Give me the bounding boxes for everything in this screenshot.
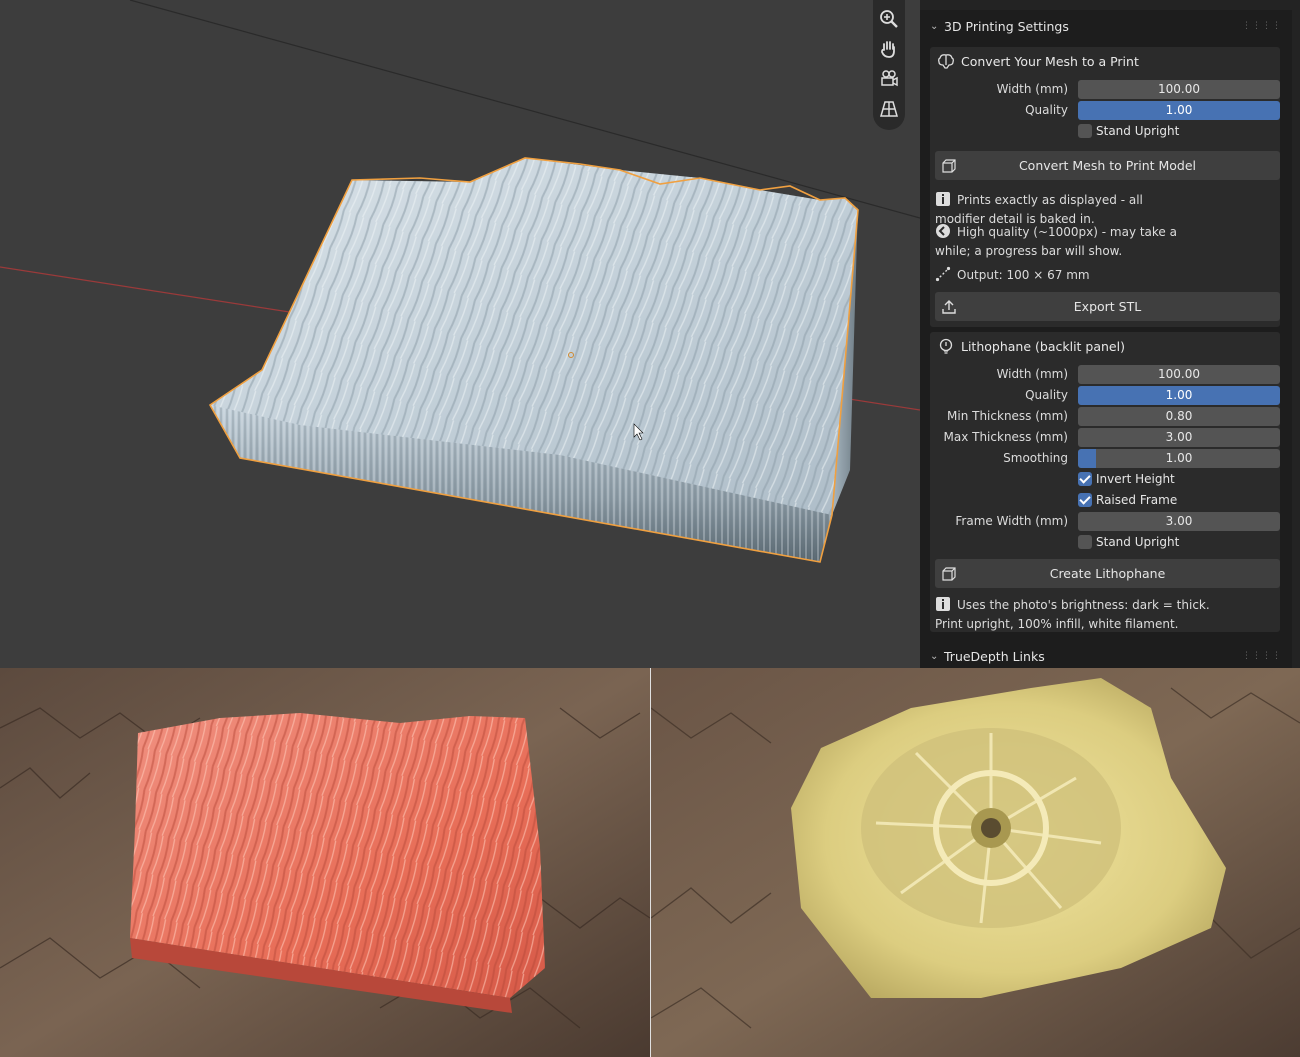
photo-red-print bbox=[0, 668, 650, 1057]
convert-subheader: Convert Your Mesh to a Print bbox=[936, 50, 1139, 72]
litho-width-field[interactable]: 100.00 bbox=[1078, 365, 1280, 384]
litho-width-row: Width (mm) 100.00 bbox=[930, 365, 1280, 384]
brain-icon bbox=[936, 53, 956, 69]
stand-upright-label: Stand Upright bbox=[1096, 124, 1180, 138]
convert-info-2: High quality (~1000px) - may take a whil… bbox=[935, 223, 1177, 258]
convert-stand-upright-checkbox[interactable] bbox=[1078, 124, 1092, 138]
cube-icon bbox=[941, 566, 957, 585]
info-icon bbox=[935, 596, 951, 616]
litho-max-thickness-field[interactable]: 3.00 bbox=[1078, 428, 1280, 447]
convert-quality-row: Quality 1.00 bbox=[930, 101, 1280, 120]
chevron-down-icon: ⌄ bbox=[930, 20, 939, 32]
litho-frame-width-row: Frame Width (mm) 3.00 bbox=[930, 512, 1280, 531]
red-terrain-print-photo bbox=[0, 668, 650, 1057]
invert-height-checkbox[interactable] bbox=[1078, 472, 1092, 486]
litho-min-thickness-row: Min Thickness (mm) 0.80 bbox=[930, 407, 1280, 426]
convert-mesh-button[interactable]: Convert Mesh to Print Model bbox=[935, 151, 1280, 180]
measure-icon bbox=[935, 266, 951, 286]
convert-info-1: Prints exactly as displayed - all modifi… bbox=[935, 191, 1143, 226]
drag-grip-icon[interactable]: ⋮⋮⋮⋮ bbox=[1242, 651, 1282, 661]
lightbulb-icon bbox=[936, 338, 956, 354]
export-icon bbox=[941, 299, 957, 318]
navigation-gizmo bbox=[873, 0, 905, 130]
chevron-down-icon: ⌄ bbox=[930, 650, 939, 662]
lithophane-subheader: Lithophane (backlit panel) bbox=[936, 335, 1125, 357]
litho-invert-height-row: Invert Height bbox=[930, 470, 1280, 489]
panel-header-3d-printing[interactable]: ⌄ 3D Printing Settings ⋮⋮⋮⋮ bbox=[930, 15, 1282, 37]
panel-header-truedepth[interactable]: ⌄ TrueDepth Links ⋮⋮⋮⋮ bbox=[930, 645, 1282, 667]
litho-max-thickness-row: Max Thickness (mm) 3.00 bbox=[930, 428, 1280, 447]
hand-pan-icon[interactable] bbox=[876, 34, 902, 64]
quality-label: Quality bbox=[1025, 103, 1068, 117]
litho-frame-width-field[interactable]: 3.00 bbox=[1078, 512, 1280, 531]
litho-quality-field[interactable]: 1.00 bbox=[1078, 386, 1280, 405]
raised-frame-checkbox[interactable] bbox=[1078, 493, 1092, 507]
smoothing-slider-fill bbox=[1078, 449, 1097, 468]
sidebar-scroll-strip[interactable] bbox=[1292, 0, 1300, 668]
lithophane-info: Uses the photo's brightness: dark = thic… bbox=[935, 596, 1210, 631]
convert-mesh-section: Convert Your Mesh to a Print Width (mm) … bbox=[930, 47, 1280, 327]
convert-quality-field[interactable]: 1.00 bbox=[1078, 101, 1280, 120]
yellow-wheel-print-photo bbox=[651, 668, 1300, 1057]
litho-stand-upright-checkbox[interactable] bbox=[1078, 535, 1092, 549]
convert-stand-upright-row: Stand Upright bbox=[930, 122, 1280, 141]
viewport-scene bbox=[0, 0, 920, 563]
convert-output-info: Output: 100 × 67 mm bbox=[935, 266, 1275, 286]
litho-quality-row: Quality 1.00 bbox=[930, 386, 1280, 405]
drag-grip-icon[interactable]: ⋮⋮⋮⋮ bbox=[1242, 21, 1282, 31]
properties-sidebar: ⌄ 3D Printing Settings ⋮⋮⋮⋮ Convert Your… bbox=[920, 0, 1300, 668]
panel-title: 3D Printing Settings bbox=[944, 18, 1069, 34]
info-icon bbox=[935, 191, 951, 211]
export-stl-button[interactable]: Export STL bbox=[935, 292, 1280, 321]
perspective-grid-icon[interactable] bbox=[876, 94, 902, 124]
create-lithophane-button[interactable]: Create Lithophane bbox=[935, 559, 1280, 588]
cube-icon bbox=[941, 158, 957, 177]
litho-min-thickness-field[interactable]: 0.80 bbox=[1078, 407, 1280, 426]
clock-icon bbox=[935, 223, 951, 243]
photo-yellow-print bbox=[651, 668, 1300, 1057]
litho-raised-frame-row: Raised Frame bbox=[930, 491, 1280, 510]
lithophane-title: Lithophane (backlit panel) bbox=[961, 338, 1125, 354]
width-label: Width (mm) bbox=[996, 82, 1068, 96]
litho-smoothing-slider[interactable]: 1.00 bbox=[1078, 449, 1280, 468]
convert-width-field[interactable]: 100.00 bbox=[1078, 80, 1280, 99]
zoom-icon[interactable] bbox=[876, 4, 902, 34]
camera-view-icon[interactable] bbox=[876, 64, 902, 94]
litho-stand-upright-row: Stand Upright bbox=[930, 533, 1280, 552]
convert-title: Convert Your Mesh to a Print bbox=[961, 53, 1139, 69]
convert-width-row: Width (mm) 100.00 bbox=[930, 80, 1280, 99]
litho-smoothing-row: Smoothing 1.00 bbox=[930, 449, 1280, 468]
panel-title: TrueDepth Links bbox=[944, 648, 1045, 664]
lithophane-section: Lithophane (backlit panel) Width (mm) 10… bbox=[930, 332, 1280, 632]
3d-viewport[interactable] bbox=[0, 0, 920, 668]
